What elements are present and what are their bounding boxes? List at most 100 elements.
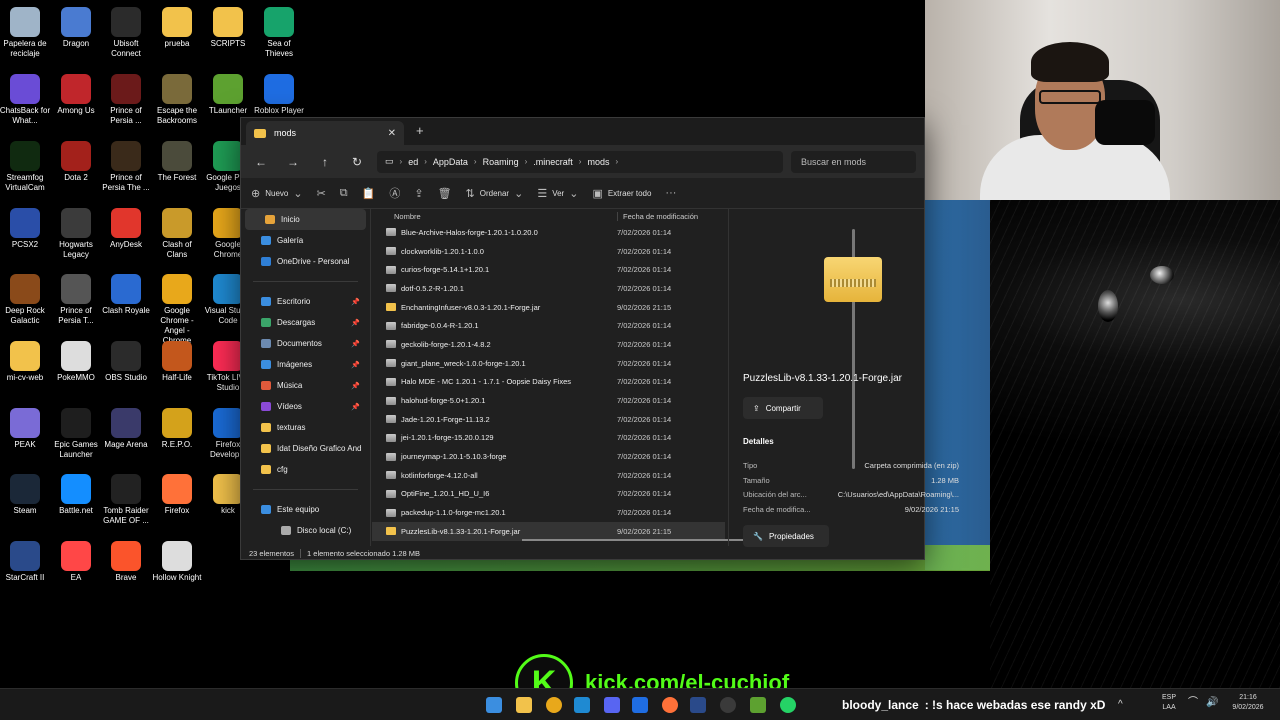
vscode-taskbar-icon[interactable] [574,697,590,713]
desktop-icon[interactable]: Dragon [50,5,102,71]
share-button[interactable]: ⇪ Compartir [743,397,823,419]
desktop-icon[interactable]: Clash Royale [100,272,152,338]
nav-item[interactable]: Este equipo [241,499,370,520]
roblox-taskbar-icon[interactable] [632,697,648,713]
whatsapp-taskbar-icon[interactable] [780,697,796,713]
desktop-icon[interactable]: Steam [0,472,51,538]
new-tab-button[interactable]: + [416,123,424,138]
desktop-icon[interactable]: Brave [100,539,152,605]
file-row[interactable]: clockworklib-1.20.1-1.0.0 7/02/2026 01:14 [372,242,725,261]
nav-item[interactable]: Descargas 📌 [241,312,370,333]
breadcrumb[interactable]: ▭ › ed › AppData › Roaming › .minecraft … [377,150,783,173]
desktop-icon[interactable]: Ubisoft Connect [100,5,152,71]
desktop-icon[interactable]: OBS Studio [100,339,152,405]
desktop-icon[interactable]: Dota 2 [50,139,102,205]
file-row[interactable]: halohud-forge-5.0+1.20.1 7/02/2026 01:14 [372,391,725,410]
file-row[interactable]: giant_plane_wreck-1.0.0-forge-1.20.1 7/02… [372,354,725,373]
file-row[interactable]: dotf-0.5.2-R-1.20.1 7/02/2026 01:14 [372,279,725,298]
paste-icon[interactable]: 📋 [362,187,376,200]
desktop-icon[interactable]: PEAK [0,406,51,472]
nav-item[interactable]: Imágenes 📌 [241,354,370,375]
search-input[interactable]: Buscar en mods [791,150,916,173]
wifi-icon[interactable]: ⌒ [1188,698,1198,708]
back-button[interactable]: ← [249,155,273,169]
nav-item[interactable]: Música 📌 [241,375,370,396]
file-row[interactable]: jei-1.20.1-forge-15.20.0.129 7/02/2026 01… [372,429,725,448]
file-row[interactable]: Blue-Archive-Halos-forge-1.20.1-1.0.20.0… [372,223,725,242]
desktop-icon[interactable]: Escape the Backrooms [151,72,203,138]
up-button[interactable]: ↑ [313,155,337,169]
desktop-icon[interactable]: EA [50,539,102,605]
desktop-icon[interactable]: mi-cv-web [0,339,51,405]
extract-all-button[interactable]: ▣ Extraer todo [592,187,651,200]
file-row[interactable]: journeymap-1.20.1-5.10.3-forge 7/02/2026 … [372,447,725,466]
desktop-icon[interactable]: Clash of Clans [151,206,203,272]
file-row[interactable]: PuzzlesLib-v8.1.33-1.20.1-Forge.jar 9/02/… [372,522,725,541]
clock[interactable]: 21:16 9/02/2026 [1226,693,1270,713]
firefox-taskbar-icon[interactable] [662,697,678,713]
desktop-icon[interactable]: Papelera de reciclaje [0,5,51,71]
nav-item[interactable]: Disco local (C:) [241,520,370,541]
more-options-icon[interactable]: ··· [665,187,676,199]
chevron-up-icon[interactable]: ^ [1118,700,1123,710]
desktop-icon[interactable]: Prince of Persia T... [50,272,102,338]
nav-item[interactable]: OneDrive - Personal [241,251,370,272]
desktop-icon[interactable]: prueba [151,5,203,71]
discord-taskbar-icon[interactable] [604,697,620,713]
column-header-name[interactable]: Nombre [372,212,617,221]
desktop-icon[interactable]: PCSX2 [0,206,51,272]
desktop-icon[interactable]: Google Chrome - Angel - Chrome [151,272,203,345]
desktop-icon[interactable]: AnyDesk [100,206,152,272]
desktop-icon[interactable]: Prince of Persia ... [100,72,152,138]
file-row[interactable]: Halo MDE - MC 1.20.1 - 1.7.1 - Oopsie Da… [372,373,725,392]
minecraft-taskbar-icon[interactable] [750,697,766,713]
refresh-button[interactable]: ↻ [345,155,369,169]
desktop-icon[interactable]: Firefox [151,472,203,538]
desktop-icon[interactable]: StarCraft II [0,539,51,605]
desktop-icon[interactable]: SCRIPTS [202,5,254,71]
chrome-taskbar-icon[interactable] [546,697,562,713]
desktop-icon[interactable]: Epic Games Launcher [50,406,102,472]
desktop-icon[interactable]: Streamfog VirtualCam [0,139,51,205]
delete-icon[interactable]: 🗑 [438,187,452,200]
desktop-icon[interactable]: Prince of Persia The ... [100,139,152,205]
nav-item[interactable]: Inicio [245,209,366,230]
volume-icon[interactable]: 🔊 [1206,698,1218,708]
desktop-icon[interactable]: Among Us [50,72,102,138]
column-header-date[interactable]: Fecha de modificación [617,211,698,221]
view-button[interactable]: ☰ Ver ⌄ [537,187,578,200]
file-row[interactable]: packedup-1.1.0-forge-mc1.20.1 7/02/2026 0… [372,503,725,522]
taskbar-app-icon[interactable] [690,697,706,713]
desktop-icon[interactable]: ChatsBack for What... [0,72,51,138]
nav-item[interactable]: texturas [241,417,370,438]
desktop-icon[interactable]: Hogwarts Legacy [50,206,102,272]
nav-item[interactable]: Galería [241,230,370,251]
forward-button[interactable]: → [281,155,305,169]
desktop-icon[interactable]: Battle.net [50,472,102,538]
cut-icon[interactable]: ✂ [317,187,326,200]
breadcrumb-item[interactable]: Roaming [483,157,519,167]
breadcrumb-item[interactable]: mods [587,157,609,167]
close-tab-icon[interactable]: ✕ [388,128,396,139]
new-button[interactable]: ⊕ Nuevo ⌄ [251,187,303,200]
breadcrumb-item[interactable]: AppData [433,157,468,167]
file-explorer-taskbar-icon[interactable] [516,697,532,713]
nav-item[interactable]: Idat Diseño Grafico And [241,438,370,459]
desktop-icon[interactable]: Sea of Thieves [253,5,305,71]
file-row[interactable]: Jade-1.20.1-Forge-11.13.2 7/02/2026 01:14 [372,410,725,429]
file-row[interactable]: fabridge-0.0.4-R-1.20.1 7/02/2026 01:14 [372,316,725,335]
sort-button[interactable]: ⇅ Ordenar ⌄ [466,187,524,200]
file-row[interactable]: EnchantingInfuser-v8.0.3-1.20.1-Forge.ja… [372,298,725,317]
obs-taskbar-icon[interactable] [720,697,736,713]
file-row[interactable]: OptiFine_1.20.1_HD_U_I6 7/02/2026 01:14 [372,485,725,504]
start-button[interactable] [486,697,502,713]
language-indicator[interactable]: ESP LAA [1162,693,1176,713]
desktop-icon[interactable]: Hollow Knight [151,539,203,605]
tab-mods[interactable]: mods ✕ [246,121,404,145]
nav-item[interactable]: cfg [241,459,370,480]
desktop-icon[interactable]: PokeMMO [50,339,102,405]
nav-item[interactable]: Escritorio 📌 [241,291,370,312]
file-row[interactable]: geckolib-forge-1.20.1-4.8.2 7/02/2026 01:… [372,335,725,354]
desktop-icon[interactable]: Mage Arena [100,406,152,472]
desktop-icon[interactable]: Half-Life [151,339,203,405]
